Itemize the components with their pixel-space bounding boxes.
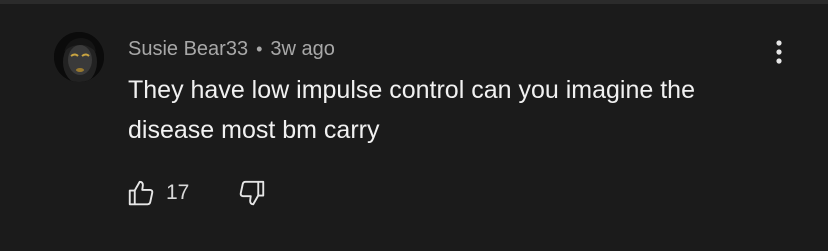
like-count: 17 (166, 181, 190, 204)
more-vertical-icon (776, 40, 782, 64)
comment-text: They have low impulse control can you im… (128, 76, 695, 144)
thumbs-down-icon (240, 180, 265, 206)
avatar[interactable] (54, 32, 104, 82)
thumbs-up-icon (128, 180, 154, 206)
comment: Susie Bear33 • 3w ago They have low impu… (0, 0, 828, 251)
more-options-button[interactable] (766, 36, 792, 68)
timestamp[interactable]: 3w ago (270, 38, 335, 61)
dislike-button[interactable] (235, 176, 269, 210)
author-name[interactable]: Susie Bear33 (128, 38, 248, 61)
avatar-image (54, 32, 104, 82)
like-button[interactable] (124, 176, 158, 210)
comment-header: Susie Bear33 • 3w ago (128, 36, 335, 62)
separator-dot: • (256, 38, 263, 59)
comment-actions: 17 (124, 176, 269, 210)
